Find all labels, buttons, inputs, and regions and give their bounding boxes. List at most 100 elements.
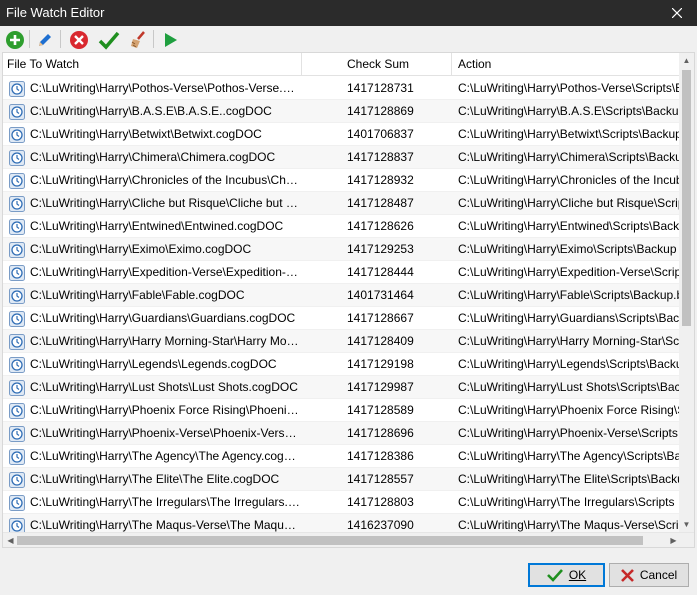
file-watch-table: File To Watch Check Sum Action C:\LuWrit… — [2, 52, 695, 548]
file-path-cell: C:\LuWriting\Harry\The Maqus-Verse\The M… — [30, 518, 300, 532]
action-cell: C:\LuWriting\Harry\Chimera\Scripts\Backu… — [458, 150, 681, 164]
toolbar-separator — [60, 30, 61, 48]
checksum-cell: 1401706837 — [347, 127, 414, 141]
run-button[interactable] — [159, 29, 181, 51]
table-row[interactable]: C:\LuWriting\Harry\Entwined\Entwined.cog… — [3, 215, 681, 238]
edit-button[interactable] — [34, 29, 56, 51]
table-row[interactable]: C:\LuWriting\Harry\Phoenix Force Rising\… — [3, 399, 681, 422]
scroll-right-icon[interactable]: ▶ — [666, 533, 681, 547]
file-path-cell: C:\LuWriting\Harry\Pothos-Verse\Pothos-V… — [30, 81, 300, 95]
table-row[interactable]: C:\LuWriting\Harry\Expedition-Verse\Expe… — [3, 261, 681, 284]
checksum-cell: 1417128869 — [347, 104, 414, 118]
clear-button[interactable] — [127, 29, 149, 51]
action-cell: C:\LuWriting\Harry\The Agency\Scripts\Ba… — [458, 449, 681, 463]
checksum-cell: 1416237090 — [347, 518, 414, 532]
table-row[interactable]: C:\LuWriting\Harry\Cliche but Risque\Cli… — [3, 192, 681, 215]
accept-button[interactable] — [98, 29, 120, 51]
file-path-cell: C:\LuWriting\Harry\The Irregulars\The Ir… — [30, 495, 300, 509]
checksum-cell: 1417128803 — [347, 495, 414, 509]
scroll-left-icon[interactable]: ◀ — [3, 533, 18, 547]
file-path-cell: C:\LuWriting\Harry\Cliche but Risque\Cli… — [30, 196, 300, 210]
file-path-cell: C:\LuWriting\Harry\Chimera\Chimera.cogDO… — [30, 150, 276, 164]
add-button[interactable] — [4, 29, 26, 51]
checkmark-icon — [546, 569, 563, 582]
table-row[interactable]: C:\LuWriting\Harry\Betwixt\Betwixt.cogDO… — [3, 123, 681, 146]
table-row[interactable]: C:\LuWriting\Harry\The Agency\The Agency… — [3, 445, 681, 468]
action-cell: C:\LuWriting\Harry\Harry Morning-Star\Sc… — [458, 334, 681, 348]
file-watch-icon — [7, 445, 27, 468]
file-path-cell: C:\LuWriting\Harry\Entwined\Entwined.cog… — [30, 219, 284, 233]
file-path-cell: C:\LuWriting\Harry\Phoenix-Verse\Phoenix… — [30, 426, 300, 440]
action-cell: C:\LuWriting\Harry\Legends\Scripts\Backu… — [458, 357, 681, 371]
scroll-up-icon[interactable]: ▲ — [679, 53, 694, 68]
file-watch-icon — [7, 261, 27, 284]
broom-icon — [131, 31, 145, 48]
action-cell: C:\LuWriting\Harry\Fable\Scripts\Backup.… — [458, 288, 681, 302]
window-title: File Watch Editor — [6, 5, 105, 20]
table-row[interactable]: C:\LuWriting\Harry\The Elite\The Elite.c… — [3, 468, 681, 491]
checksum-cell: 1417128589 — [347, 403, 414, 417]
play-icon — [165, 33, 177, 47]
table-row[interactable]: C:\LuWriting\Harry\The Maqus-Verse\The M… — [3, 514, 681, 532]
file-watch-icon — [7, 77, 27, 100]
table-row[interactable]: C:\LuWriting\Harry\Phoenix-Verse\Phoenix… — [3, 422, 681, 445]
x-circle-icon — [70, 31, 88, 49]
file-path-cell: C:\LuWriting\Harry\Guardians\Guardians.c… — [30, 311, 296, 325]
file-watch-icon — [7, 238, 27, 261]
checksum-cell: 1417128731 — [347, 81, 414, 95]
delete-button[interactable] — [68, 29, 90, 51]
checksum-cell: 1401731464 — [347, 288, 414, 302]
file-watch-icon — [7, 468, 27, 491]
column-header-action[interactable]: Action — [452, 53, 681, 76]
file-watch-icon — [7, 215, 27, 238]
file-watch-icon — [7, 330, 27, 353]
checksum-cell: 1417128667 — [347, 311, 414, 325]
table-row[interactable]: C:\LuWriting\Harry\B.A.S.E\B.A.S.E..cogD… — [3, 100, 681, 123]
file-watch-icon — [7, 146, 27, 169]
toolbar — [0, 26, 697, 52]
column-header-checksum[interactable]: Check Sum — [302, 53, 452, 76]
action-cell: C:\LuWriting\Harry\Pothos-Verse\Scripts\… — [458, 81, 681, 95]
file-watch-icon — [7, 123, 27, 146]
table-row[interactable]: C:\LuWriting\Harry\Lust Shots\Lust Shots… — [3, 376, 681, 399]
file-path-cell: C:\LuWriting\Harry\Fable\Fable.cogDOC — [30, 288, 245, 302]
checksum-cell: 1417129987 — [347, 380, 414, 394]
table-row[interactable]: C:\LuWriting\Harry\Legends\Legends.cogDO… — [3, 353, 681, 376]
table-row[interactable]: C:\LuWriting\Harry\Harry Morning-Star\Ha… — [3, 330, 681, 353]
table-row[interactable]: C:\LuWriting\Harry\The Irregulars\The Ir… — [3, 491, 681, 514]
file-path-cell: C:\LuWriting\Harry\The Elite\The Elite.c… — [30, 472, 280, 486]
file-path-cell: C:\LuWriting\Harry\Lust Shots\Lust Shots… — [30, 380, 298, 394]
cancel-button[interactable]: Cancel — [609, 563, 689, 587]
vertical-scroll-thumb[interactable] — [682, 70, 691, 326]
table-row[interactable]: C:\LuWriting\Harry\Chronicles of the Inc… — [3, 169, 681, 192]
file-path-cell: C:\LuWriting\Harry\Betwixt\Betwixt.cogDO… — [30, 127, 262, 141]
close-icon — [672, 8, 682, 18]
window-close-button[interactable] — [657, 0, 697, 26]
horizontal-scrollbar[interactable]: ◀ ▶ — [3, 532, 694, 547]
vertical-scrollbar[interactable]: ▲ ▼ — [679, 53, 694, 532]
action-cell: C:\LuWriting\Harry\Phoenix Force Rising\… — [458, 403, 681, 417]
ok-button[interactable]: OK — [528, 563, 605, 587]
action-cell: C:\LuWriting\Harry\Entwined\Scripts\Back… — [458, 219, 681, 233]
checksum-cell: 1417128386 — [347, 449, 414, 463]
table-header: File To Watch Check Sum Action — [3, 53, 681, 76]
table-row[interactable]: C:\LuWriting\Harry\Fable\Fable.cogDOC 140… — [3, 284, 681, 307]
file-watch-icon — [7, 399, 27, 422]
table-row[interactable]: C:\LuWriting\Harry\Eximo\Eximo.cogDOC 141… — [3, 238, 681, 261]
table-row[interactable]: C:\LuWriting\Harry\Pothos-Verse\Pothos-V… — [3, 77, 681, 100]
checksum-cell: 1417128696 — [347, 426, 414, 440]
column-header-file[interactable]: File To Watch — [3, 53, 302, 76]
cancel-label: Cancel — [639, 568, 678, 582]
ok-label: OK — [568, 568, 587, 582]
toolbar-separator — [153, 30, 154, 48]
checksum-cell: 1417129253 — [347, 242, 414, 256]
file-watch-icon — [7, 284, 27, 307]
checksum-cell: 1417128409 — [347, 334, 414, 348]
file-path-cell: C:\LuWriting\Harry\The Agency\The Agency… — [30, 449, 300, 463]
horizontal-scroll-thumb[interactable] — [17, 536, 643, 545]
table-row[interactable]: C:\LuWriting\Harry\Guardians\Guardians.c… — [3, 307, 681, 330]
action-cell: C:\LuWriting\Harry\The Elite\Scripts\Bac… — [458, 472, 681, 486]
scroll-down-icon[interactable]: ▼ — [679, 517, 694, 532]
checkmark-icon — [98, 31, 120, 50]
table-row[interactable]: C:\LuWriting\Harry\Chimera\Chimera.cogDO… — [3, 146, 681, 169]
